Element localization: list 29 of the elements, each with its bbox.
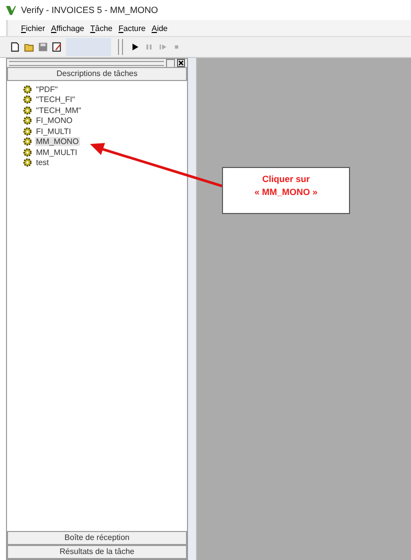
callout-text: Cliquer sur [262,173,310,186]
new-document-icon[interactable] [10,42,20,52]
panel-tab[interactable]: Résultats de la tâche [7,545,187,559]
play-icon[interactable] [130,42,140,52]
task-item[interactable]: "TECH_MM" [35,106,82,115]
menu-item[interactable]: Facture [118,24,146,32]
menu-item[interactable]: Affichage [51,24,84,32]
menu-item[interactable]: Tâche [90,24,112,32]
close-icon[interactable] [177,59,185,67]
menu-item[interactable]: Aide [152,24,168,32]
folder-icon[interactable] [24,42,34,52]
task-item[interactable]: "TECH_FI" [35,95,76,104]
callout-text: « MM_MONO » [254,186,318,199]
edit-icon[interactable] [52,42,62,52]
panel-header[interactable]: Descriptions de tâches [7,67,187,81]
window-title: Verify - INVOICES 5 - MM_MONO [21,5,158,15]
menu-item[interactable]: Fichier [21,24,46,32]
task-item[interactable]: "PDF" [35,84,59,94]
task-item[interactable]: FI_MONO [35,116,74,126]
panel-tab[interactable]: Boîte de réception [7,531,187,545]
app-icon [5,4,17,16]
task-item[interactable]: MM_MULTI [35,148,78,157]
task-item[interactable]: test [35,158,50,168]
task-item[interactable]: MM_MONO [35,137,80,146]
pause-icon[interactable] [144,42,154,52]
save-icon[interactable] [38,42,48,52]
task-item[interactable]: FI_MULTI [35,126,72,136]
step-icon[interactable] [158,42,168,52]
toolbar-panel [66,38,111,56]
